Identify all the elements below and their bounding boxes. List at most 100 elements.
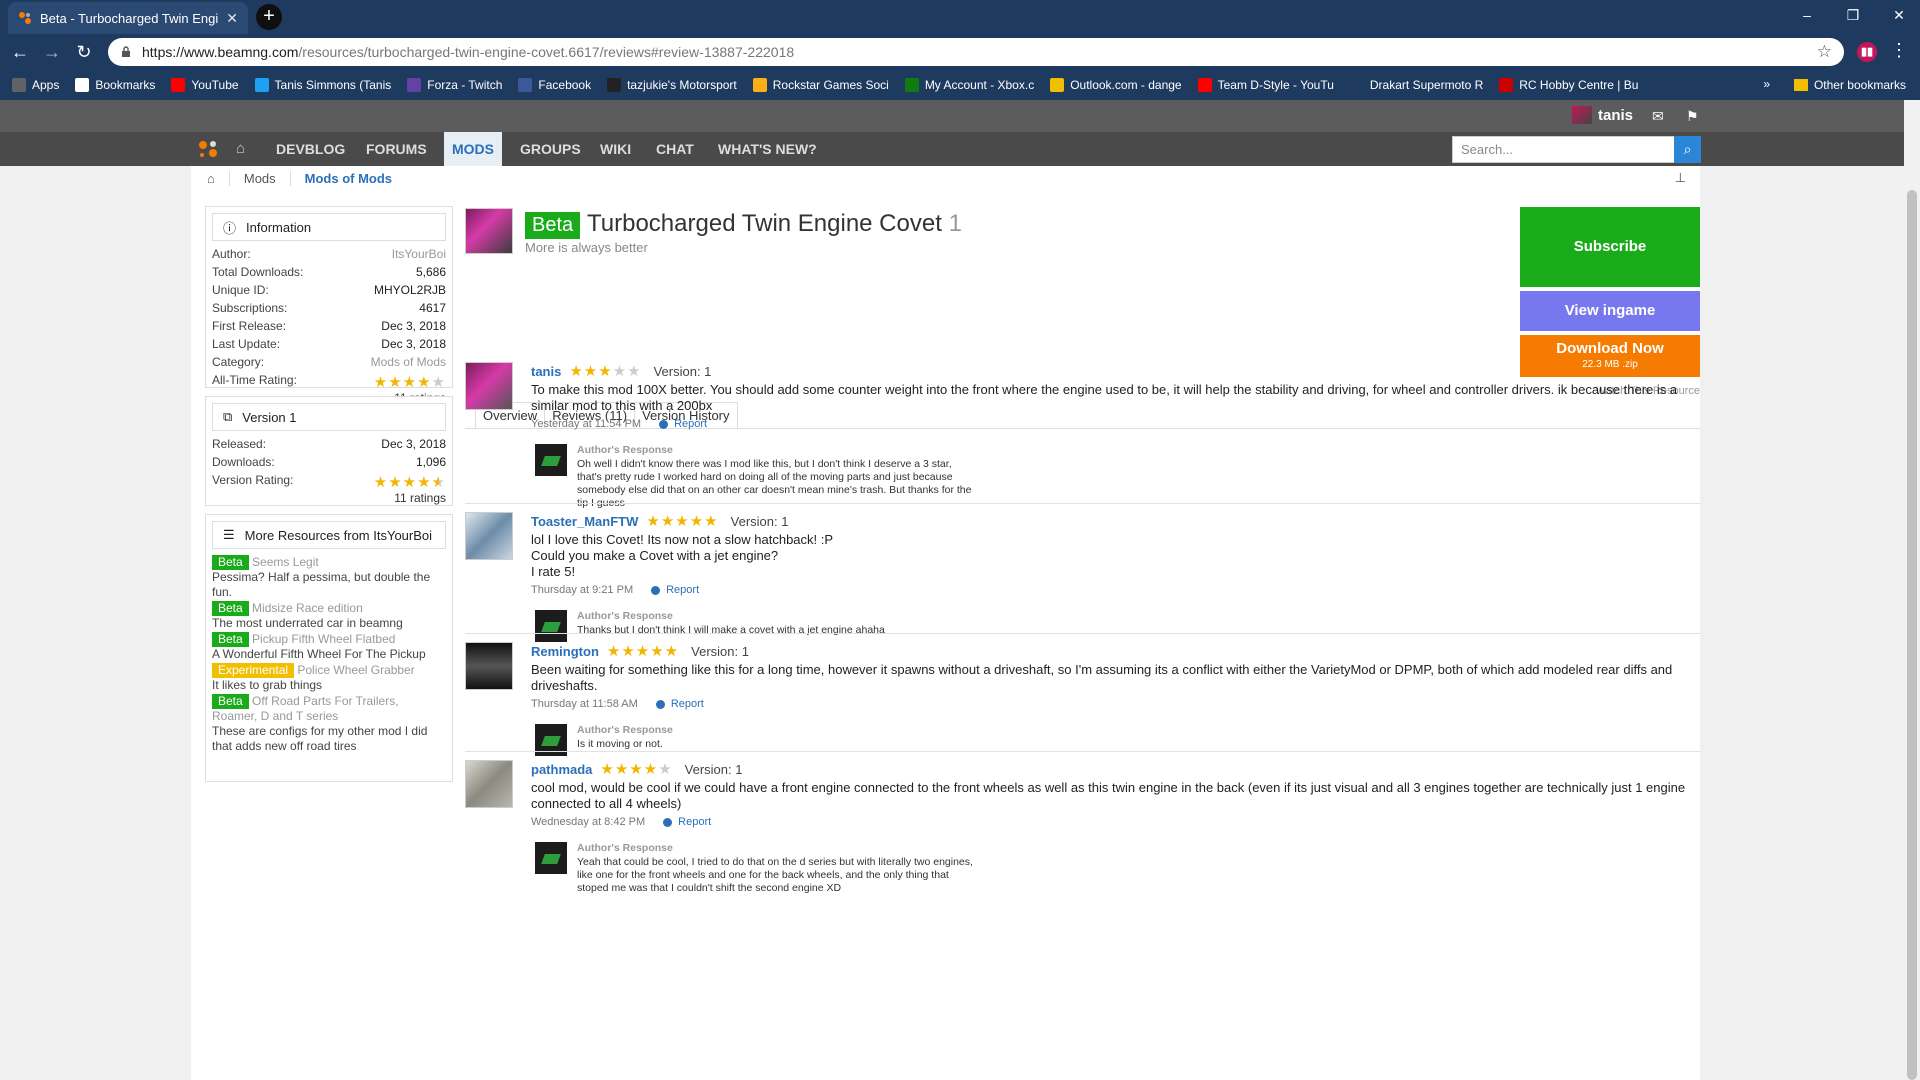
beamng-logo-icon[interactable] — [196, 138, 220, 160]
resource-name[interactable]: Seems Legit — [252, 555, 319, 569]
list-item[interactable]: Beta Midsize Race edition The most underr… — [206, 601, 452, 631]
resource-name[interactable]: Midsize Race edition — [252, 601, 363, 615]
bookmark-item[interactable]: Forza - Twitch — [407, 78, 502, 92]
version-rating: Version Rating: ★★★★★ — [212, 473, 446, 491]
bookmark-icon — [904, 78, 919, 92]
bookmark-item[interactable]: tazjukie's Motorsport — [607, 78, 737, 92]
bookmark-icon — [1349, 78, 1364, 92]
review-text: lol I love this Covet! Its now not a slo… — [531, 532, 834, 579]
back-arrow-icon[interactable]: ← — [8, 40, 32, 64]
info-row: Author: ItsYourBoi — [206, 247, 452, 265]
status-badge: Experimental — [212, 663, 295, 678]
mod-thumbnail[interactable] — [465, 208, 513, 254]
avatar[interactable] — [465, 760, 513, 808]
nav-whats-new[interactable]: WHAT'S NEW? — [710, 132, 825, 166]
report-icon — [659, 419, 669, 429]
breadcrumb-mods-of-mods[interactable]: Mods of Mods — [289, 170, 406, 186]
nav-groups[interactable]: GROUPS — [512, 132, 589, 166]
bookmark-icon — [254, 78, 269, 92]
close-tab-icon[interactable]: ✕ — [226, 10, 238, 27]
bookmark-item[interactable]: Bookmarks — [75, 78, 155, 92]
breadcrumb-home-icon[interactable]: ⌂ — [207, 171, 215, 186]
minimize-icon[interactable]: – — [1784, 0, 1830, 30]
subscribe-button[interactable]: Subscribe — [1520, 207, 1700, 287]
extension-icon[interactable]: ▮▮ — [1857, 42, 1877, 62]
forward-arrow-icon[interactable]: → — [40, 40, 64, 64]
alerts-flag-icon[interactable]: ⚑ — [1686, 108, 1699, 125]
bookmark-item[interactable]: RC Hobby Centre | Bu — [1499, 78, 1638, 92]
nav-chat[interactable]: CHAT — [648, 132, 702, 166]
info-value: Dec 3, 2018 — [381, 337, 446, 351]
report-link[interactable]: Report — [663, 816, 711, 828]
bookmark-item[interactable]: My Account - Xbox.c — [904, 78, 1034, 92]
close-window-icon[interactable]: ✕ — [1876, 0, 1920, 30]
review-time[interactable]: Thursday at 9:21 PM — [531, 584, 633, 596]
reload-icon[interactable]: ↻ — [72, 40, 96, 64]
review-version: Version: 1 — [684, 761, 743, 777]
bookmark-star-icon[interactable]: ☆ — [1817, 42, 1832, 62]
more-bookmarks-chevron-icon[interactable]: » — [1763, 77, 1770, 91]
list-item[interactable]: Experimental Police Wheel Grabber It like… — [206, 663, 452, 693]
bookmark-item[interactable]: Facebook — [518, 78, 591, 92]
info-value: 5,686 — [415, 265, 446, 279]
avatar[interactable] — [535, 610, 567, 642]
browser-menu-icon[interactable]: ⋮ — [1890, 40, 1908, 61]
search-input[interactable] — [1452, 136, 1700, 163]
avatar[interactable] — [465, 642, 513, 690]
list-item[interactable]: Beta Pickup Fifth Wheel Flatbed A Wonderf… — [206, 632, 452, 662]
view-ingame-button[interactable]: View ingame — [1520, 291, 1700, 331]
bookmark-item[interactable]: Apps — [12, 78, 59, 92]
nav-devblog[interactable]: DEVBLOG — [268, 132, 353, 166]
info-value: 4617 — [419, 301, 446, 315]
reviewer-name[interactable]: Toaster_ManFTW — [531, 514, 638, 529]
bookmark-item[interactable]: Drakart Supermoto R — [1349, 78, 1483, 92]
list-item[interactable]: Beta Off Road Parts For Trailers, Roamer… — [206, 694, 452, 754]
bookmark-item[interactable]: Outlook.com - dange — [1050, 78, 1182, 92]
scrollbar-thumb[interactable] — [1907, 190, 1917, 1080]
review-time[interactable]: Wednesday at 8:42 PM — [531, 816, 645, 828]
other-bookmarks-folder[interactable]: Other bookmarks — [1793, 70, 1906, 100]
resource-name[interactable]: Police Wheel Grabber — [297, 663, 414, 677]
new-tab-button[interactable]: + — [256, 4, 282, 30]
bookmark-item[interactable]: Rockstar Games Soci — [752, 78, 889, 92]
bookmark-item[interactable]: YouTube — [171, 78, 239, 92]
bookmark-icon — [171, 78, 186, 92]
report-link[interactable]: Report — [659, 418, 707, 430]
avatar[interactable] — [535, 842, 567, 874]
home-icon[interactable]: ⌂ — [236, 140, 245, 157]
bookmark-item[interactable]: Tanis Simmons (Tanis — [254, 78, 391, 92]
info-value[interactable]: ItsYourBoi — [392, 247, 446, 265]
site-nav: ⌂ DEVBLOG FORUMS MODS GROUPS WIKI CHAT W… — [0, 132, 1920, 166]
bookmark-item[interactable]: Team D-Style - YouTu — [1197, 78, 1334, 92]
avatar[interactable] — [535, 444, 567, 476]
inbox-icon[interactable]: ✉ — [1652, 108, 1664, 125]
reviewer-name[interactable]: pathmada — [531, 762, 592, 777]
reviewer-name[interactable]: tanis — [531, 364, 561, 379]
avatar[interactable] — [465, 362, 513, 410]
review-time[interactable]: Thursday at 11:58 AM — [531, 698, 638, 710]
nav-mods[interactable]: MODS — [444, 132, 502, 166]
nav-wiki[interactable]: WIKI — [592, 132, 639, 166]
version-heading: ⧉ Version 1 — [212, 403, 446, 431]
breadcrumb-mods[interactable]: Mods — [228, 170, 290, 186]
rating-stars: ★★★★★ — [373, 374, 446, 391]
address-bar[interactable]: https://www.beamng.com/resources/turboch… — [108, 38, 1844, 66]
reviewer-name[interactable]: Remington — [531, 644, 599, 659]
user-menu[interactable]: tanis — [1572, 106, 1633, 124]
avatar[interactable] — [465, 512, 513, 560]
report-link[interactable]: Report — [651, 584, 699, 596]
status-badge: Beta — [212, 601, 249, 616]
search-icon[interactable]: ⌕ — [1674, 136, 1701, 163]
info-value[interactable]: Mods of Mods — [371, 355, 446, 373]
resource-name[interactable]: Pickup Fifth Wheel Flatbed — [252, 632, 395, 646]
list-item[interactable]: Beta Seems Legit Pessima? Half a pessima,… — [206, 555, 452, 600]
page-content: ⌂ Mods Mods of Mods ⊥ ⓘ Information Auth… — [191, 166, 1700, 1080]
nav-forums[interactable]: FORUMS — [358, 132, 435, 166]
resource-desc: It likes to grab things — [212, 678, 323, 692]
restore-icon[interactable]: ❐ — [1830, 0, 1876, 30]
review-time[interactable]: Yesterday at 11:54 PM — [531, 418, 641, 430]
sitemap-icon[interactable]: ⊥ — [1675, 170, 1686, 186]
browser-tab[interactable]: Beta - Turbocharged Twin Engine ✕ — [8, 2, 248, 34]
more-resources-panel: ☰ More Resources from ItsYourBoi Beta Se… — [205, 514, 453, 782]
report-link[interactable]: Report — [655, 698, 704, 710]
